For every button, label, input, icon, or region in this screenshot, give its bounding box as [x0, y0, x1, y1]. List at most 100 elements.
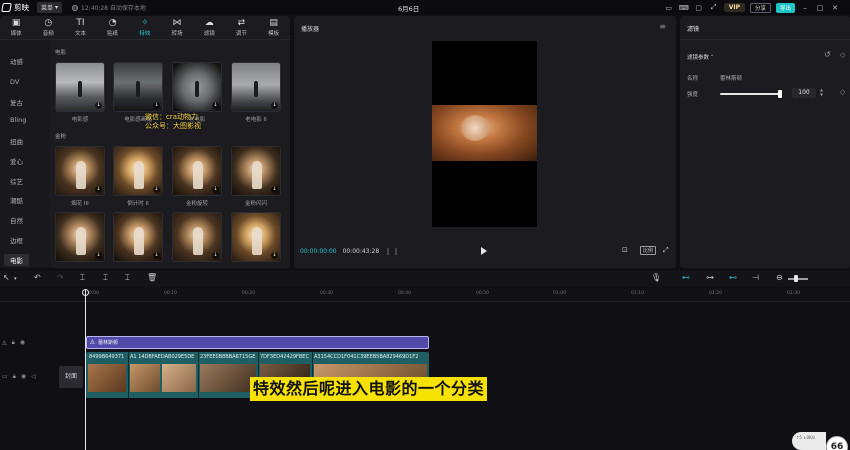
redo-icon[interactable]: ↷ — [57, 273, 64, 282]
fullscreen-focus-icon[interactable]: ⊡ — [622, 246, 628, 254]
keyframe-icon[interactable]: ◇ — [840, 88, 845, 96]
effect-clip[interactable]: ◬ 蕾林斯顿 — [86, 336, 429, 349]
time-ruler[interactable] — [0, 288, 850, 302]
download-icon[interactable]: ↓ — [212, 252, 219, 259]
download-icon[interactable]: ↓ — [153, 186, 160, 193]
effect-card[interactable]: ↓ 倒计时 II — [113, 146, 165, 207]
microphone-icon[interactable]: 🎙 — [651, 273, 661, 282]
effect-card[interactable]: ↓ — [172, 212, 224, 262]
maximize-icon[interactable]: □ — [815, 4, 825, 12]
category-item[interactable]: 自然 — [10, 215, 23, 225]
playhead[interactable] — [85, 290, 86, 450]
filter-params-header[interactable]: 滤镜参数 ˄ — [687, 53, 714, 61]
clip-name: 23FEE0B8BBA6715GE — [200, 354, 256, 360]
text-icon: TI — [76, 18, 85, 28]
fullscreen-icon[interactable]: ⤢ — [663, 246, 669, 255]
category-item[interactable]: 复古 — [10, 97, 23, 107]
download-icon[interactable]: ↓ — [271, 186, 278, 193]
download-icon[interactable]: ↓ — [95, 186, 102, 193]
download-icon[interactable]: ↓ — [212, 186, 219, 193]
download-icon[interactable]: ↓ — [212, 102, 219, 109]
tab-media[interactable]: ▣ 媒体 — [0, 16, 32, 39]
visibility-icon[interactable]: ◉ — [20, 339, 25, 347]
category-item[interactable]: 动感 — [10, 56, 23, 66]
video-preview[interactable] — [432, 41, 537, 227]
close-icon[interactable]: ✕ — [830, 4, 840, 12]
tab-effects[interactable]: ✧ 特效 — [129, 16, 161, 39]
tab-adjust[interactable]: ⇄ 调节 — [225, 16, 257, 39]
effect-thumbnail: ↓ — [172, 212, 222, 262]
delete-icon[interactable]: 🗑 — [147, 273, 157, 282]
vip-badge[interactable]: VIP — [723, 3, 745, 12]
visibility-icon[interactable]: ◉ — [21, 373, 26, 381]
expand-icon[interactable]: ⤢ — [709, 3, 719, 12]
effect-card[interactable]: ↓ — [231, 212, 283, 262]
layout-icon[interactable]: ▭ — [664, 4, 674, 12]
keyboard-icon[interactable]: ⌨ — [679, 4, 689, 12]
effect-clip-icon: ◬ — [90, 338, 95, 345]
tab-filter[interactable]: ☁ 滤镜 — [193, 16, 225, 39]
effect-card[interactable]: ↓ 电影感 — [55, 62, 107, 123]
chevron-down-icon[interactable]: ▾ — [14, 276, 17, 282]
tab-template[interactable]: ▤ 模板 — [258, 16, 290, 39]
tab-transition[interactable]: ⋈ 转场 — [161, 16, 193, 39]
mute-icon[interactable]: ◁ — [31, 373, 36, 381]
minimize-icon[interactable]: – — [800, 4, 810, 12]
effect-card[interactable]: ↓ — [55, 212, 107, 262]
zoom-slider[interactable] — [788, 278, 808, 280]
category-item-movie[interactable]: 电影 — [4, 254, 29, 266]
strength-slider[interactable] — [720, 93, 780, 95]
category-item[interactable]: 边框 — [10, 235, 23, 245]
split-icon[interactable]: ⌶ — [80, 273, 85, 283]
zoom-out-icon[interactable]: ⊖ — [776, 273, 783, 282]
strength-stepper[interactable]: ▲ ▼ — [820, 87, 823, 97]
current-time: 00:00:00:00 — [300, 248, 337, 255]
reset-icon[interactable]: ↺ — [824, 50, 831, 59]
effect-card[interactable]: ↓ 金粉旋转 — [172, 146, 224, 207]
ratio-button[interactable]: 比例 — [640, 246, 657, 255]
select-cursor-icon[interactable]: ↖ — [3, 273, 10, 282]
category-item[interactable]: DV — [10, 78, 19, 86]
category-item[interactable]: 扭曲 — [10, 136, 23, 146]
monitor-icon[interactable]: ▢ — [694, 4, 704, 12]
category-item[interactable]: 爱心 — [10, 156, 23, 166]
undo-icon[interactable]: ↶ — [34, 273, 41, 282]
share-button[interactable]: 分享 — [749, 2, 771, 13]
center-icon[interactable]: ⊣ — [752, 273, 759, 282]
download-icon[interactable]: ↓ — [271, 252, 278, 259]
lock-icon[interactable]: 🔒︎ — [13, 373, 16, 381]
strength-slider-handle[interactable] — [778, 90, 782, 98]
document-title[interactable]: 6月6日 — [398, 3, 419, 13]
tab-filter-properties[interactable]: 滤镜 — [680, 16, 850, 40]
category-item[interactable]: 潮酷 — [10, 195, 23, 205]
tab-text[interactable]: TI 文本 — [64, 16, 96, 39]
zoom-slider-handle[interactable] — [794, 275, 798, 282]
effect-card[interactable]: ↓ 老电影 II — [231, 62, 283, 123]
cover-button[interactable]: 封面 — [59, 366, 83, 388]
hamburger-menu-icon[interactable]: ≡ — [659, 22, 666, 31]
effect-card[interactable]: ↓ 烟花 III — [55, 146, 107, 207]
magnet-icon[interactable]: ⊷ — [682, 273, 690, 282]
transition-icon: ⋈ — [172, 18, 182, 28]
link-icon[interactable]: ⊶ — [706, 273, 714, 282]
tab-audio[interactable]: ◷ 音频 — [32, 16, 64, 39]
category-item[interactable]: Bling — [10, 116, 26, 124]
menu-button[interactable]: 菜单 ▾ — [37, 2, 63, 13]
strength-input[interactable]: 100 — [792, 88, 816, 98]
download-icon[interactable]: ↓ — [95, 102, 102, 109]
delete-left-icon[interactable]: ⌶ — [103, 273, 108, 283]
delete-right-icon[interactable]: ⌶ — [125, 273, 130, 283]
play-icon[interactable] — [481, 247, 487, 255]
download-icon[interactable]: ↓ — [95, 252, 102, 259]
lock-icon[interactable]: 🔒︎ — [12, 339, 15, 347]
preview-axis-icon[interactable]: ⊷ — [729, 273, 737, 282]
keyframe-icon[interactable]: ◇ — [840, 51, 845, 59]
download-icon[interactable]: ↓ — [153, 252, 160, 259]
export-button[interactable]: 导出 — [775, 2, 795, 13]
effect-card[interactable]: ↓ 金粉闪闪 — [231, 146, 283, 207]
category-item[interactable]: 综艺 — [10, 176, 23, 186]
tab-sticker[interactable]: ◔ 贴纸 — [97, 16, 129, 39]
download-icon[interactable]: ↓ — [153, 102, 160, 109]
download-icon[interactable]: ↓ — [271, 102, 278, 109]
effect-card[interactable]: ↓ — [113, 212, 165, 262]
